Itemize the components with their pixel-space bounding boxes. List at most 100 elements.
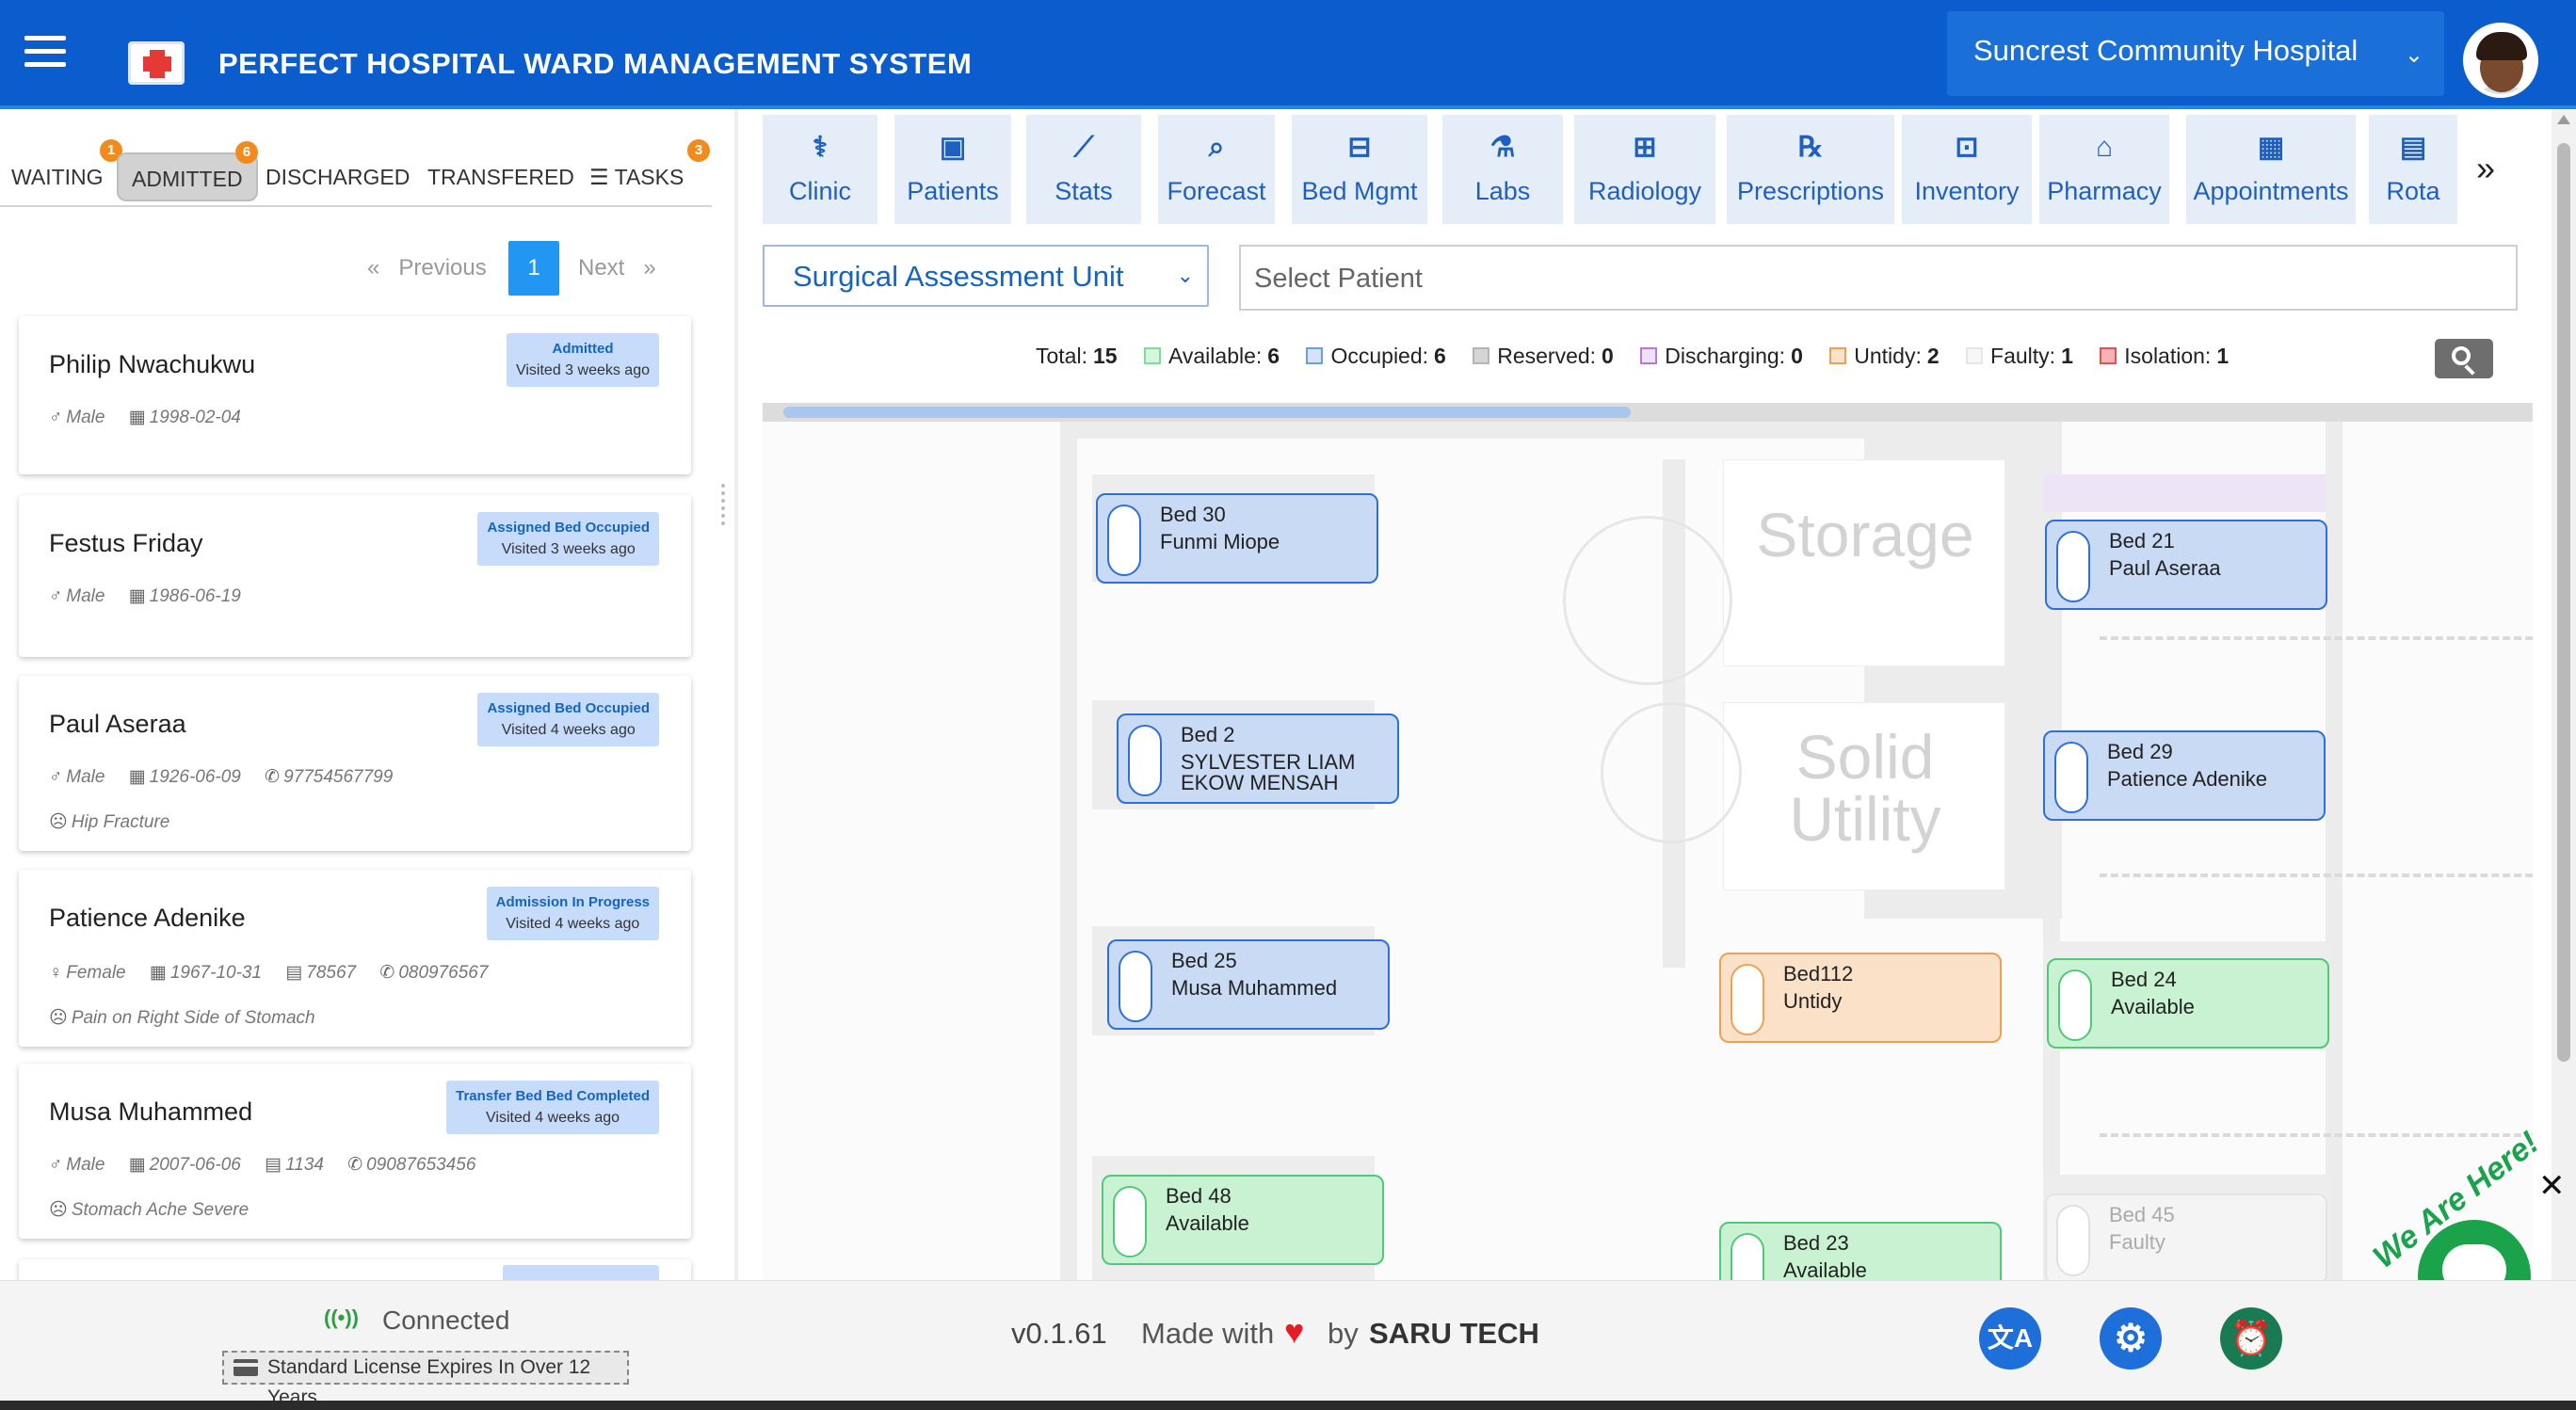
current-page-button[interactable]: 1 (508, 241, 559, 296)
legend-label: Available: (1167, 344, 1263, 369)
id-card-icon: ▤ (285, 963, 303, 983)
person-icon: ♂ (49, 767, 63, 787)
module-inventory[interactable]: ⊡ Inventory (1902, 115, 2032, 224)
tab-label: DISCHARGED (266, 165, 411, 189)
patient-name: Philip Nwachukwu (49, 350, 256, 378)
unit-value: Surgical Assessment Unit (793, 260, 1124, 293)
legend-isolation: Isolation: 1 (2100, 344, 2229, 369)
patient-select-input[interactable]: Select Patient (1239, 245, 2518, 311)
floor-horizontal-scrollbar[interactable] (763, 403, 2533, 422)
pillow-icon (1119, 951, 1152, 1022)
module-forecast[interactable]: ⌕ Forecast (1158, 115, 1275, 224)
bed-tile[interactable]: Bed112 Untidy (1719, 953, 2002, 1043)
module-stats[interactable]: ⟋ Stats (1026, 115, 1141, 224)
legend-count: 0 (1791, 344, 1803, 369)
clinic-icon: ⚕ (812, 132, 829, 163)
tab-waiting[interactable]: WAITING 1 (11, 139, 122, 201)
person-icon: ♂ (49, 1155, 63, 1175)
patient-card[interactable]: Paul Aseraa Assigned Bed Occupied Visite… (19, 676, 691, 851)
user-avatar[interactable] (2463, 23, 2538, 98)
page-vertical-scrollbar[interactable] (2552, 109, 2576, 1280)
module-pharmacy[interactable]: ⌂ Pharmacy (2039, 115, 2169, 224)
bed-patient: Faulty (2109, 1230, 2165, 1254)
bed-tile[interactable]: Bed 48 Available (1102, 1175, 1384, 1265)
dob: 1986-06-19 (149, 586, 241, 606)
patient-card[interactable]: Philip Nwachukwu Admitted Visited 3 week… (19, 316, 691, 474)
license-info: Standard License Expires In Over 12 Year… (222, 1351, 629, 1408)
tab-discharged[interactable]: DISCHARGED (266, 152, 410, 201)
patient-meta: ♂ Male ▦ 1926-06-09 ✆ 97754567799 (49, 766, 411, 788)
hospital-dropdown[interactable]: Suncrest Community Hospital ⌄ (1947, 11, 2444, 96)
module-appointments[interactable]: ▦ Appointments (2186, 115, 2356, 224)
resize-handle[interactable] (721, 480, 727, 537)
patient-card[interactable]: Musa Muhammed Transfer Bed Bed Completed… (19, 1064, 691, 1239)
menu-icon[interactable] (24, 36, 66, 70)
module-bed-mgmt[interactable]: ⊟ Bed Mgmt (1292, 115, 1427, 224)
next-page-button[interactable]: Next » (578, 241, 656, 296)
gender: Male (66, 767, 105, 787)
stats-icon: ⟋ (1073, 132, 1094, 163)
calendar-icon: ▦ (128, 586, 146, 606)
module-label: Clinic (788, 177, 851, 205)
module-clinic[interactable]: ⚕ Clinic (763, 115, 877, 224)
gender: Male (66, 408, 105, 427)
solid-utility-room: Solid Utility (1723, 702, 2005, 890)
unit-dropdown[interactable]: Surgical Assessment Unit ⌄ (763, 245, 1209, 307)
rota-icon: ▤ (2399, 132, 2427, 163)
complaint: ☹ Stomach Ache Severe (49, 1199, 249, 1221)
panel-divider (734, 109, 738, 1280)
previous-page-button[interactable]: « Previous (367, 241, 487, 296)
legend-faulty: Faulty: 1 (1966, 344, 2073, 369)
patient-card[interactable]: Festus Friday Assigned Bed Occupied Visi… (19, 495, 691, 657)
calendar-icon: ▦ (149, 963, 167, 983)
room-label: Solid Utility (1789, 722, 1941, 854)
bed-tile[interactable]: Bed 30 Funmi Miope (1096, 493, 1378, 584)
pillow-icon (2056, 531, 2090, 602)
legend-count: 1 (2061, 344, 2073, 369)
bed-patient: Available (1783, 1258, 1867, 1281)
bed-name: Bed 21 (2109, 529, 2175, 553)
module-patients[interactable]: ▣ Patients (894, 115, 1011, 224)
bed-tile[interactable]: Bed 21 Paul Aseraa (2045, 520, 2327, 610)
door-arc (1563, 516, 1732, 685)
status-badge: Transfer Bed Bed Completed Visited 4 wee… (446, 1081, 659, 1134)
alarm-button[interactable]: ⏰ (2220, 1307, 2282, 1370)
forecast-icon: ⌕ (1208, 132, 1225, 163)
dob: 1967-10-31 (169, 963, 263, 983)
prev-glyph: « (367, 255, 380, 280)
status-text: Assigned Bed Occupied (487, 520, 650, 536)
bed-tile[interactable]: Bed 45 Faulty (2045, 1194, 2327, 1280)
id-card-icon: ▤ (265, 1155, 282, 1175)
pillow-icon (1731, 964, 1764, 1035)
gear-icon: ⚙ (2114, 1318, 2148, 1359)
tab-tasks[interactable]: ☰ TASKS 3 (589, 139, 710, 201)
tab-transfered[interactable]: TRANSFERED (427, 152, 574, 201)
bed-tile[interactable]: Bed 24 Available (2047, 958, 2329, 1049)
more-modules-icon[interactable]: » (2476, 149, 2495, 188)
calendar-icon: ▦ (2257, 132, 2285, 163)
inventory-icon: ⊡ (1955, 132, 1979, 163)
pillow-icon (1113, 1186, 1147, 1258)
translate-button[interactable]: 文A (1979, 1307, 2041, 1370)
wall (1060, 422, 1077, 1280)
calendar-icon: ▦ (128, 1155, 146, 1175)
bed-tile[interactable]: Bed 23 Available (1719, 1222, 2002, 1280)
module-prescriptions[interactable]: ℞ Prescriptions (1727, 115, 1894, 224)
tab-admitted[interactable]: ADMITTED 6 (117, 141, 258, 201)
patient-card[interactable]: Patience Adenike Admission In Progress V… (19, 870, 691, 1047)
patient-id: 1134 (285, 1155, 324, 1175)
bed-tile[interactable]: Bed 29 Patience Adenike (2043, 730, 2326, 821)
phone: 080976567 (398, 963, 489, 983)
tab-label: TRANSFERED (427, 165, 574, 189)
search-button[interactable] (2435, 339, 2493, 378)
bed-tile[interactable]: Bed 2 SYLVESTER LIAM EKOW MENSAH (1117, 713, 1399, 804)
checklist-icon: ☰ (589, 165, 609, 189)
module-rota[interactable]: ▤ Rota (2369, 115, 2457, 224)
bed-tile[interactable]: Bed 25 Musa Muhammed (1107, 939, 1390, 1030)
module-labs[interactable]: ⚗ Labs (1442, 115, 1563, 224)
storage-room: Storage (1723, 459, 2005, 666)
settings-button[interactable]: ⚙ (2100, 1307, 2162, 1370)
by-text: by (1328, 1317, 1359, 1350)
complaint-text: Stomach Ache Severe (71, 1200, 250, 1220)
module-radiology[interactable]: ⊞ Radiology (1574, 115, 1715, 224)
